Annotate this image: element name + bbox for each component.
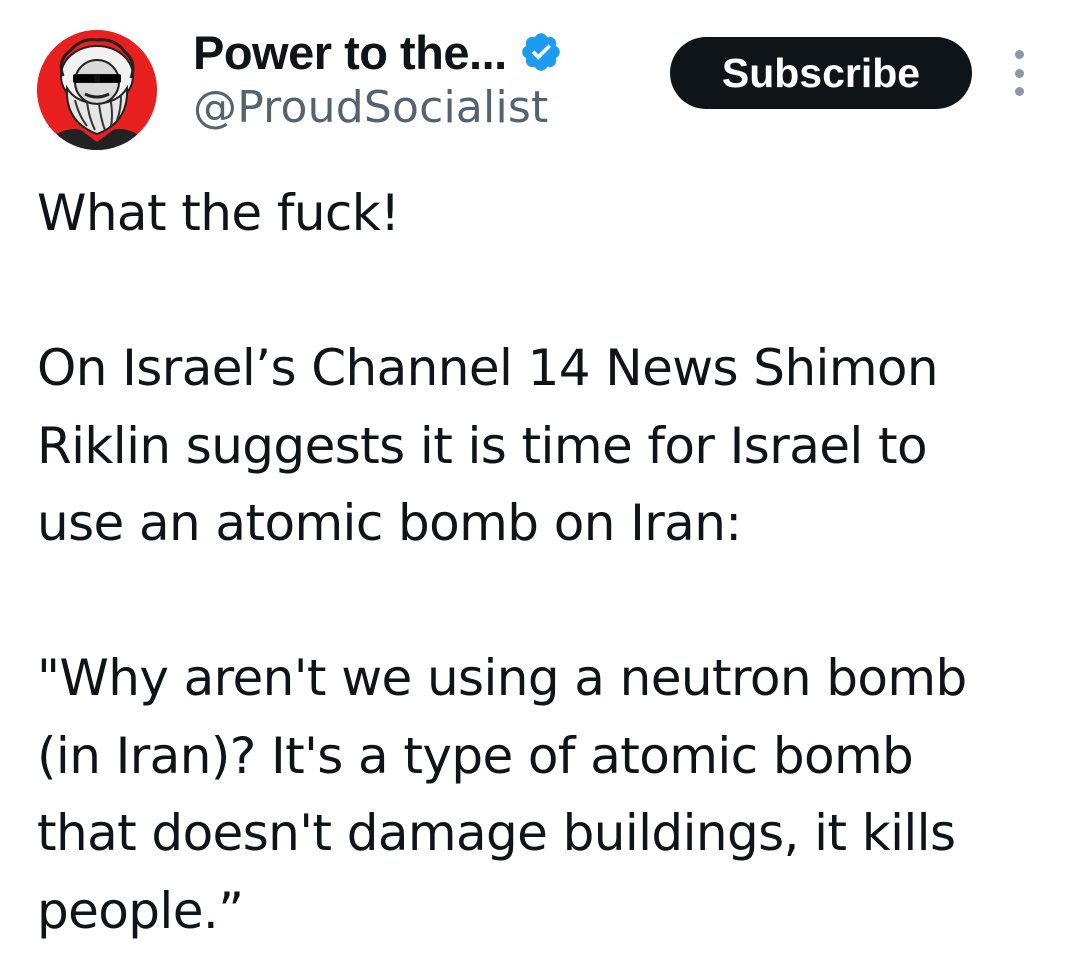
verified-badge-icon xyxy=(519,30,563,74)
author-handle[interactable]: @ProudSocialist xyxy=(193,82,548,133)
more-vertical-icon[interactable] xyxy=(1004,50,1034,96)
author-name-row: Power to the... xyxy=(193,22,563,82)
tweet-paragraph: What the fuck! xyxy=(37,184,400,242)
tweet-header: Power to the... @ProudSocialist Subscrib… xyxy=(0,0,1080,160)
avatar[interactable] xyxy=(37,30,157,150)
author-display-name[interactable]: Power to the... xyxy=(193,25,507,80)
tweet-text: What the fuck! On Israel’s Channel 14 Ne… xyxy=(37,175,1057,950)
subscribe-button[interactable]: Subscribe xyxy=(670,37,972,109)
tweet-paragraph: "Why aren't we using a neutron bomb (in … xyxy=(37,649,967,940)
more-dot xyxy=(1014,50,1024,59)
tweet-paragraph: On Israel’s Channel 14 News Shimon Rikli… xyxy=(37,339,939,552)
more-dot xyxy=(1014,87,1024,96)
bearded-man-avatar-icon xyxy=(37,30,157,150)
more-dot xyxy=(1014,68,1024,78)
